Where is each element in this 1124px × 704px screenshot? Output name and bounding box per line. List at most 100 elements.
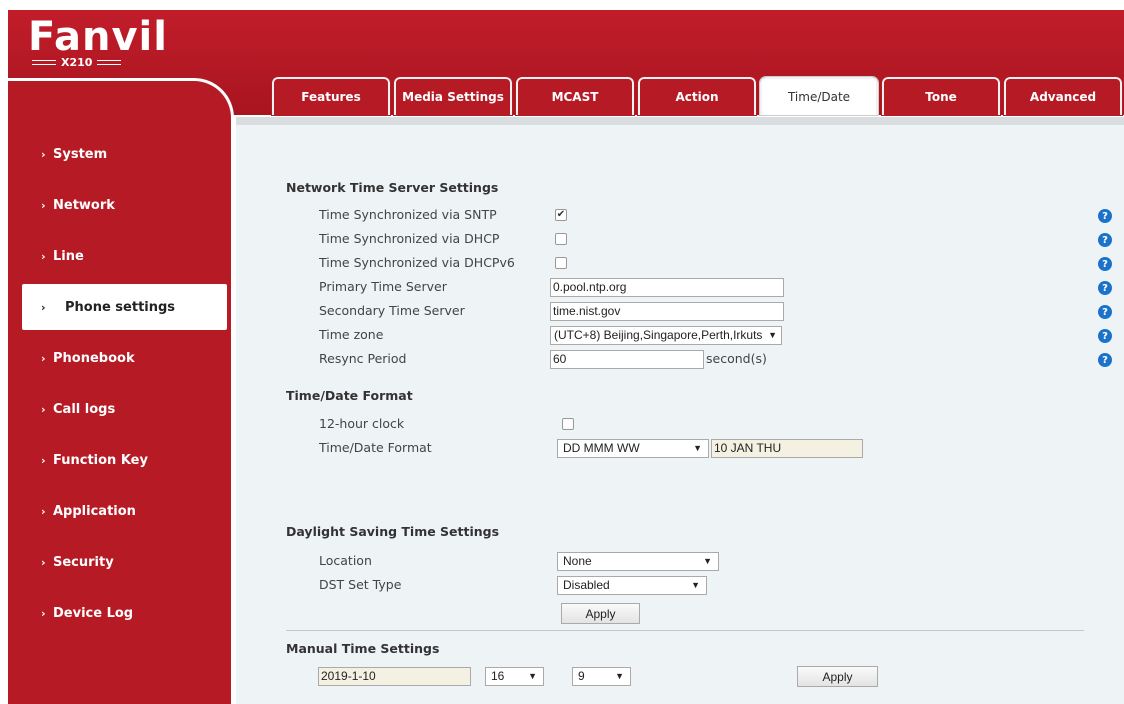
- location-value: None: [563, 554, 592, 568]
- logo-bar-left: [32, 60, 56, 65]
- dhcp-help-icon[interactable]: ?: [1098, 233, 1112, 247]
- chevron-right-icon: ›: [41, 505, 46, 518]
- format-preview: 10 JAN THU: [711, 439, 863, 458]
- secondary-server-label: Secondary Time Server: [319, 303, 465, 318]
- dst-type-select[interactable]: Disabled ▼: [557, 576, 707, 595]
- location-select[interactable]: None ▼: [557, 552, 719, 571]
- sidebar-item-label: Security: [53, 555, 114, 570]
- sidebar-item-phonebook[interactable]: › Phonebook: [8, 333, 231, 384]
- dhcp-label: Time Synchronized via DHCP: [319, 231, 500, 246]
- format-label: Time/Date Format: [319, 440, 432, 455]
- primary-server-input[interactable]: 0.pool.ntp.org: [550, 278, 784, 297]
- section-divider: [286, 630, 1084, 631]
- resync-help-icon[interactable]: ?: [1098, 353, 1112, 367]
- network-time-title: Network Time Server Settings: [286, 180, 499, 195]
- format-select[interactable]: DD MMM WW ▼: [557, 439, 709, 458]
- chevron-right-icon: ›: [41, 403, 46, 416]
- manual-hour-value: 16: [491, 669, 505, 683]
- clock12-label: 12-hour clock: [319, 416, 405, 431]
- sidebar-item-label: Call logs: [53, 402, 116, 417]
- manual-time-title: Manual Time Settings: [286, 641, 440, 656]
- tab-action[interactable]: Action: [637, 76, 757, 116]
- dropdown-arrow-icon: ▼: [691, 580, 700, 590]
- primary-server-help-icon[interactable]: ?: [1098, 281, 1112, 295]
- sidebar-item-network[interactable]: › Network: [8, 180, 231, 231]
- chevron-right-icon: ›: [41, 454, 46, 467]
- chevron-right-icon: ›: [41, 250, 46, 263]
- sidebar-item-label: Application: [53, 504, 136, 519]
- tab-bar: Features Media Settings MCAST Action Tim…: [271, 76, 1123, 116]
- time-format-title: Time/Date Format: [286, 388, 413, 403]
- content-panel: Network Time Server Settings Time Synchr…: [236, 117, 1124, 704]
- dhcpv6-checkbox[interactable]: [555, 257, 567, 269]
- format-value: DD MMM WW: [563, 441, 640, 455]
- dropdown-arrow-icon: ▼: [703, 556, 712, 566]
- dst-title: Daylight Saving Time Settings: [286, 524, 500, 539]
- resync-unit: second(s): [706, 351, 767, 366]
- dhcpv6-label: Time Synchronized via DHCPv6: [319, 255, 515, 270]
- manual-minute-select[interactable]: 9 ▼: [572, 667, 631, 686]
- sidebar-item-call-logs[interactable]: › Call logs: [8, 384, 231, 435]
- resync-label: Resync Period: [319, 351, 407, 366]
- sidebar-item-label: Line: [53, 249, 84, 264]
- sntp-checkbox[interactable]: ✔: [555, 209, 567, 221]
- chevron-right-icon: ›: [41, 607, 46, 620]
- logo-text: Fanvil: [28, 14, 168, 60]
- primary-server-label: Primary Time Server: [319, 279, 447, 294]
- dst-type-label: DST Set Type: [319, 577, 402, 592]
- secondary-server-input[interactable]: time.nist.gov: [550, 302, 784, 321]
- chevron-right-icon: ›: [41, 556, 46, 569]
- dropdown-arrow-icon: ▼: [693, 443, 702, 453]
- chevron-right-icon: ›: [41, 300, 46, 314]
- content-top-bar: [236, 117, 1124, 125]
- logo-bar-right: [97, 60, 122, 65]
- sidebar-item-label: Phonebook: [53, 351, 135, 366]
- clock12-checkbox[interactable]: [562, 418, 574, 430]
- dhcp-checkbox[interactable]: [555, 233, 567, 245]
- sidebar-item-application[interactable]: › Application: [8, 486, 231, 537]
- dst-apply-button[interactable]: Apply: [561, 603, 640, 624]
- dropdown-arrow-icon: ▼: [528, 671, 537, 681]
- tab-time-date[interactable]: Time/Date: [759, 76, 879, 116]
- secondary-server-help-icon[interactable]: ?: [1098, 305, 1112, 319]
- sidebar-item-phone-settings[interactable]: › Phone settings: [22, 284, 227, 330]
- model-name: X210: [61, 56, 93, 69]
- manual-date-input[interactable]: 2019-1-10: [318, 667, 471, 686]
- chevron-right-icon: ›: [41, 352, 46, 365]
- dropdown-arrow-icon: ▼: [766, 327, 777, 344]
- sidebar-item-security[interactable]: › Security: [8, 537, 231, 588]
- sidebar-item-function-key[interactable]: › Function Key: [8, 435, 231, 486]
- timezone-select[interactable]: (UTC+8) Beijing,Singapore,Perth,Irkuts ▼: [550, 326, 782, 345]
- fanvil-logo: Fanvil X210: [28, 16, 168, 69]
- timezone-help-icon[interactable]: ?: [1098, 329, 1112, 343]
- tab-features[interactable]: Features: [271, 76, 391, 116]
- location-label: Location: [319, 553, 372, 568]
- timezone-value: (UTC+8) Beijing,Singapore,Perth,Irkuts: [554, 328, 763, 342]
- tab-advanced[interactable]: Advanced: [1003, 76, 1123, 116]
- sidebar-item-device-log[interactable]: › Device Log: [8, 588, 231, 639]
- sidebar-item-label: Function Key: [53, 453, 148, 468]
- manual-hour-select[interactable]: 16 ▼: [485, 667, 544, 686]
- timezone-label: Time zone: [319, 327, 384, 342]
- dhcpv6-help-icon[interactable]: ?: [1098, 257, 1112, 271]
- chevron-right-icon: ›: [41, 148, 46, 161]
- sidebar-item-line[interactable]: › Line: [8, 231, 231, 282]
- sntp-label: Time Synchronized via SNTP: [319, 207, 497, 222]
- tab-tone[interactable]: Tone: [881, 76, 1001, 116]
- tab-media-settings[interactable]: Media Settings: [393, 76, 513, 116]
- sidebar-item-label: System: [53, 147, 108, 162]
- dst-type-value: Disabled: [563, 578, 610, 592]
- sntp-help-icon[interactable]: ?: [1098, 209, 1112, 223]
- resync-input[interactable]: 60: [550, 350, 704, 369]
- sidebar: › System › Network › Line › Phone settings ›…: [8, 78, 234, 704]
- manual-minute-value: 9: [578, 669, 585, 683]
- sidebar-item-label: Network: [53, 198, 115, 213]
- chevron-right-icon: ›: [41, 199, 46, 212]
- tab-mcast[interactable]: MCAST: [515, 76, 635, 116]
- sidebar-item-label: Phone settings: [65, 299, 176, 315]
- sidebar-nav: › System › Network › Line › Phone settings ›…: [8, 129, 231, 639]
- manual-apply-button[interactable]: Apply: [797, 666, 878, 687]
- sidebar-item-system[interactable]: › System: [8, 129, 231, 180]
- sidebar-item-label: Device Log: [53, 606, 134, 621]
- dropdown-arrow-icon: ▼: [615, 671, 624, 681]
